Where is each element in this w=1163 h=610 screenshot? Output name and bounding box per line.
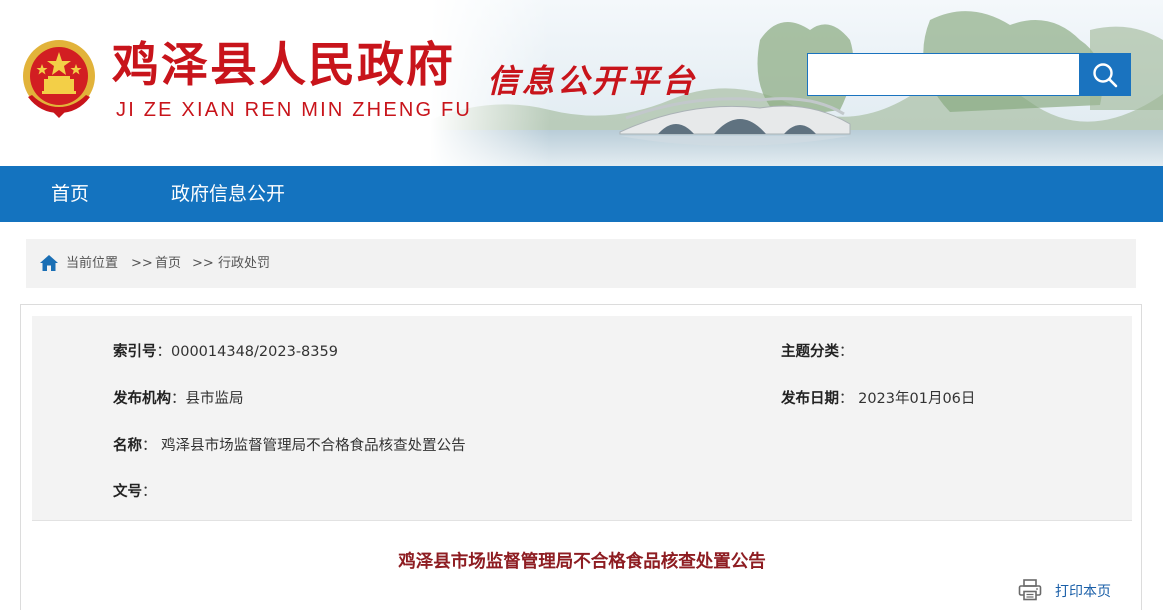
site-title: 鸡泽县人民政府 <box>112 38 455 93</box>
article-meta-panel: 索引号：000014348/2023-8359 主题分类： 发布机构：县市监局 … <box>32 316 1132 521</box>
meta-topic-label: 主题分类 <box>781 344 839 360</box>
article-container: 索引号：000014348/2023-8359 主题分类： 发布机构：县市监局 … <box>20 304 1142 610</box>
meta-index-label: 索引号 <box>113 344 157 360</box>
meta-index-value: 000014348/2023-8359 <box>171 344 338 360</box>
national-emblem-logo <box>23 40 95 118</box>
site-header: 鸡泽县人民政府 JI ZE XIAN REN MIN ZHENG FU 信息公开… <box>0 0 1163 166</box>
breadcrumb-prefix: 当前位置 <box>66 256 119 271</box>
nav-item-home[interactable]: 首页 <box>51 166 89 222</box>
meta-publisher-label: 发布机构 <box>113 391 171 407</box>
breadcrumb: 当前位置 >> 首页 >> 行政处罚 <box>26 239 1136 288</box>
meta-doc-no-row: 文号： <box>113 484 157 500</box>
meta-date-row: 发布日期： 2023年01月06日 <box>781 391 976 407</box>
site-pinyin: JI ZE XIAN REN MIN ZHENG FU <box>116 99 473 121</box>
nav-item-gov-info-disclosure[interactable]: 政府信息公开 <box>171 166 285 222</box>
home-icon <box>40 255 58 271</box>
meta-publisher-row: 发布机构：县市监局 <box>113 391 244 407</box>
main-nav: 首页 政府信息公开 <box>0 166 1163 222</box>
meta-name-row: 名称： 鸡泽县市场监督管理局不合格食品核查处置公告 <box>113 438 466 454</box>
breadcrumb-link-home[interactable]: 首页 <box>155 255 181 272</box>
search-input[interactable] <box>807 53 1079 96</box>
search-button[interactable] <box>1079 53 1131 96</box>
meta-index-row: 索引号：000014348/2023-8359 <box>113 344 338 360</box>
breadcrumb-link-admin-penalty[interactable]: 行政处罚 <box>218 255 270 272</box>
meta-publisher-value: 县市监局 <box>185 391 244 407</box>
article-title: 鸡泽县市场监督管理局不合格食品核查处置公告 <box>398 552 766 572</box>
meta-name-value: 鸡泽县市场监督管理局不合格食品核查处置公告 <box>161 438 466 454</box>
breadcrumb-separator: >> <box>192 256 214 271</box>
meta-topic-row: 主题分类： <box>781 344 854 360</box>
meta-date-label: 发布日期 <box>781 391 839 407</box>
printer-icon <box>1018 579 1042 601</box>
meta-name-label: 名称 <box>113 438 142 454</box>
print-page-label: 打印本页 <box>1055 584 1111 600</box>
meta-doc-no-label: 文号 <box>113 484 142 500</box>
meta-date-value: 2023年01月06日 <box>858 391 976 407</box>
breadcrumb-separator: >> <box>131 256 153 271</box>
search-box <box>807 53 1131 96</box>
search-icon <box>1093 62 1118 87</box>
platform-name: 信息公开平台 <box>487 62 698 100</box>
